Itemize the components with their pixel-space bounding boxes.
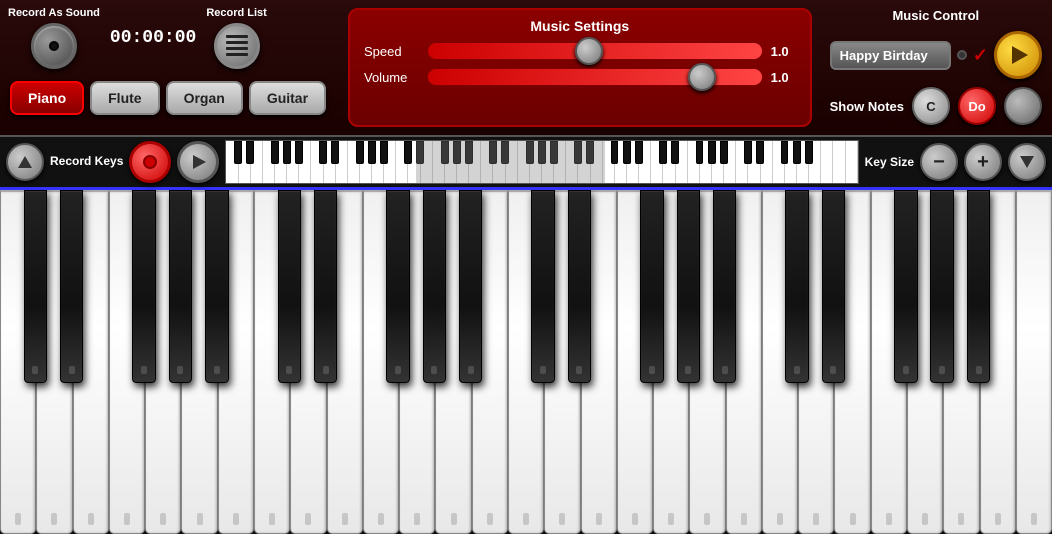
black-key[interactable] — [785, 190, 809, 383]
record-red-btn[interactable] — [129, 141, 171, 183]
show-notes-label: Show Notes — [830, 99, 904, 114]
speed-slider-thumb[interactable] — [575, 37, 603, 65]
black-key[interactable] — [314, 190, 338, 383]
key-size-label: Key Size — [865, 155, 914, 169]
flute-btn[interactable]: Flute — [90, 81, 159, 115]
show-notes-row: Show Notes C Do — [830, 87, 1042, 125]
speed-row: Speed 1.0 — [364, 42, 796, 60]
record-dot-icon — [143, 155, 157, 169]
volume-label: Volume — [364, 70, 419, 85]
music-control-title: Music Control — [830, 8, 1042, 23]
black-key[interactable] — [677, 190, 701, 383]
record-list-btn[interactable] — [214, 23, 260, 69]
scroll-up-btn[interactable] — [6, 143, 44, 181]
record-list-label: Record List — [206, 6, 267, 20]
piano-container — [0, 190, 1052, 534]
black-key[interactable] — [531, 190, 555, 383]
mini-keyboard — [225, 140, 858, 184]
top-section: Record As Sound 00:00:00 Record List — [0, 0, 1052, 135]
black-key[interactable] — [894, 190, 918, 383]
black-key[interactable] — [967, 190, 991, 383]
note-do-btn[interactable]: Do — [958, 87, 996, 125]
note-c-btn[interactable]: C — [912, 87, 950, 125]
speed-value: 1.0 — [771, 44, 796, 59]
volume-slider-thumb[interactable] — [688, 63, 716, 91]
piano-keys — [0, 190, 1052, 534]
play-large-triangle — [1012, 46, 1028, 64]
record-list[interactable]: Record List — [206, 6, 267, 68]
play-large-btn[interactable] — [994, 31, 1042, 79]
instrument-row: Piano Flute Organ Guitar — [0, 75, 340, 121]
music-control: Music Control Happy Birtday ✓ Show Notes… — [820, 0, 1052, 135]
settings-knob[interactable] — [1004, 87, 1042, 125]
speed-slider-track[interactable] — [427, 42, 763, 60]
record-as-sound[interactable]: Record As Sound — [8, 6, 100, 68]
song-dropdown[interactable]: Happy Birtday — [830, 41, 951, 70]
play-small-btn[interactable] — [177, 141, 219, 183]
volume-slider-track[interactable] — [427, 68, 763, 86]
size-decrease-btn[interactable]: − — [920, 143, 958, 181]
black-key[interactable] — [568, 190, 592, 383]
black-key[interactable] — [930, 190, 954, 383]
organ-btn[interactable]: Organ — [166, 81, 243, 115]
volume-row: Volume 1.0 — [364, 68, 796, 86]
music-settings: Music Settings Speed 1.0 Volume 1.0 — [348, 8, 812, 127]
record-sound-knob[interactable] — [31, 23, 77, 69]
record-keys-bar: Record Keys Key Size − + — [0, 135, 1052, 190]
up-arrow-icon — [18, 156, 32, 168]
black-key[interactable] — [459, 190, 483, 383]
black-key[interactable] — [713, 190, 737, 383]
black-key[interactable] — [169, 190, 193, 383]
black-key[interactable] — [205, 190, 229, 383]
black-key[interactable] — [132, 190, 156, 383]
black-key[interactable] — [822, 190, 846, 383]
record-as-sound-label: Record As Sound — [8, 6, 100, 20]
timer-display: 00:00:00 — [110, 28, 196, 48]
black-key[interactable] — [423, 190, 447, 383]
black-key[interactable] — [60, 190, 84, 383]
play-small-triangle — [193, 155, 206, 169]
song-select-row: Happy Birtday ✓ — [830, 31, 1042, 79]
size-increase-btn[interactable]: + — [964, 143, 1002, 181]
dot-indicator — [957, 50, 967, 60]
left-controls: Record As Sound 00:00:00 Record List — [0, 0, 340, 135]
speed-label: Speed — [364, 44, 419, 59]
down-arrow-icon — [1020, 156, 1034, 168]
black-key[interactable] — [386, 190, 410, 383]
black-key[interactable] — [640, 190, 664, 383]
guitar-btn[interactable]: Guitar — [249, 81, 326, 115]
record-keys-label: Record Keys — [50, 154, 123, 170]
volume-value: 1.0 — [771, 70, 796, 85]
black-key[interactable] — [24, 190, 48, 383]
checkmark-icon: ✓ — [973, 45, 988, 66]
record-row: Record As Sound 00:00:00 Record List — [0, 0, 340, 75]
scroll-down-btn[interactable] — [1008, 143, 1046, 181]
black-key[interactable] — [278, 190, 302, 383]
music-settings-title: Music Settings — [364, 18, 796, 34]
white-key[interactable] — [1016, 190, 1052, 534]
piano-btn[interactable]: Piano — [10, 81, 84, 115]
